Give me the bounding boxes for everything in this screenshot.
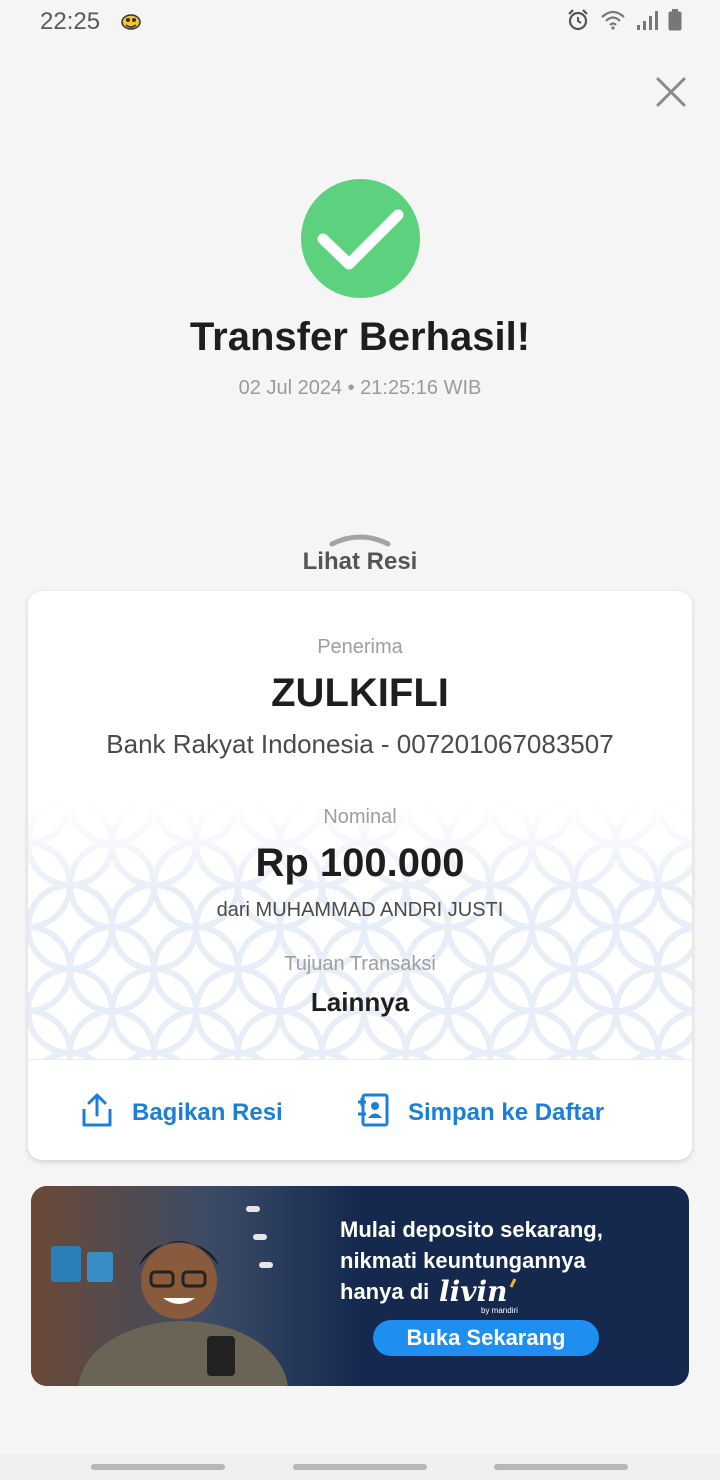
recipient-label: Penerima — [317, 636, 403, 658]
add-contact-icon — [356, 1092, 390, 1135]
navigation-bar — [0, 1454, 720, 1480]
banner-line-1: Mulai deposito sekarang, — [340, 1217, 603, 1242]
nav-recent-apps-button[interactable] — [91, 1464, 225, 1470]
banner-photo — [31, 1186, 361, 1386]
status-bar: 22:25 — [0, 0, 720, 44]
nav-home-button[interactable] — [293, 1464, 427, 1470]
save-to-list-label: Simpan ke Daftar — [408, 1099, 605, 1126]
amount-label: Nominal — [323, 806, 397, 828]
page-title: Transfer Berhasil! — [189, 315, 531, 359]
signal-icon — [636, 9, 658, 36]
share-receipt-label: Bagikan Resi — [132, 1099, 283, 1126]
promo-banner[interactable]: Mulai deposito sekarang, nikmati keuntun… — [31, 1186, 689, 1386]
status-icons — [566, 8, 682, 37]
share-icon — [80, 1092, 114, 1135]
close-icon — [651, 77, 691, 116]
sender-name: dari MUHAMMAD ANDRI JUSTI — [216, 899, 504, 921]
wifi-icon — [600, 9, 626, 36]
banner-line-2: nikmati keuntungannya — [340, 1248, 586, 1273]
card-divider — [28, 1059, 692, 1060]
view-receipt-label: Lihat Resi — [302, 548, 418, 575]
svg-text:livin: livin — [439, 1275, 508, 1308]
receipt-card: Penerima ZULKIFLI Bank Rakyat Indonesia … — [28, 591, 692, 1160]
transfer-amount: Rp 100.000 — [255, 841, 465, 885]
battery-icon — [668, 9, 682, 36]
share-receipt-button[interactable]: Bagikan Resi — [80, 1090, 283, 1136]
transaction-timestamp: 02 Jul 2024 • 21:25:16 WIB — [238, 377, 482, 399]
svg-text:by mandiri: by mandiri — [481, 1306, 518, 1315]
card-background-pattern — [28, 801, 692, 1059]
recipient-name: ZULKIFLI — [271, 671, 449, 715]
open-now-button[interactable]: Buka Sekarang — [373, 1320, 599, 1356]
transaction-purpose: Lainnya — [310, 987, 410, 1017]
check-circle-icon — [301, 179, 420, 298]
recipient-bank-account: Bank Rakyat Indonesia - 007201067083507 — [106, 729, 614, 759]
nav-back-button[interactable] — [494, 1464, 628, 1470]
alarm-icon — [566, 8, 590, 37]
view-receipt-toggle[interactable]: Lihat Resi — [260, 524, 460, 580]
save-to-list-button[interactable]: Simpan ke Daftar — [356, 1090, 604, 1136]
purpose-label: Tujuan Transaksi — [284, 953, 436, 975]
status-time: 22:25 — [40, 8, 101, 35]
livin-logo: livin by mandiri — [439, 1275, 518, 1315]
notification-app-icon — [120, 11, 142, 31]
close-button[interactable] — [651, 72, 691, 112]
